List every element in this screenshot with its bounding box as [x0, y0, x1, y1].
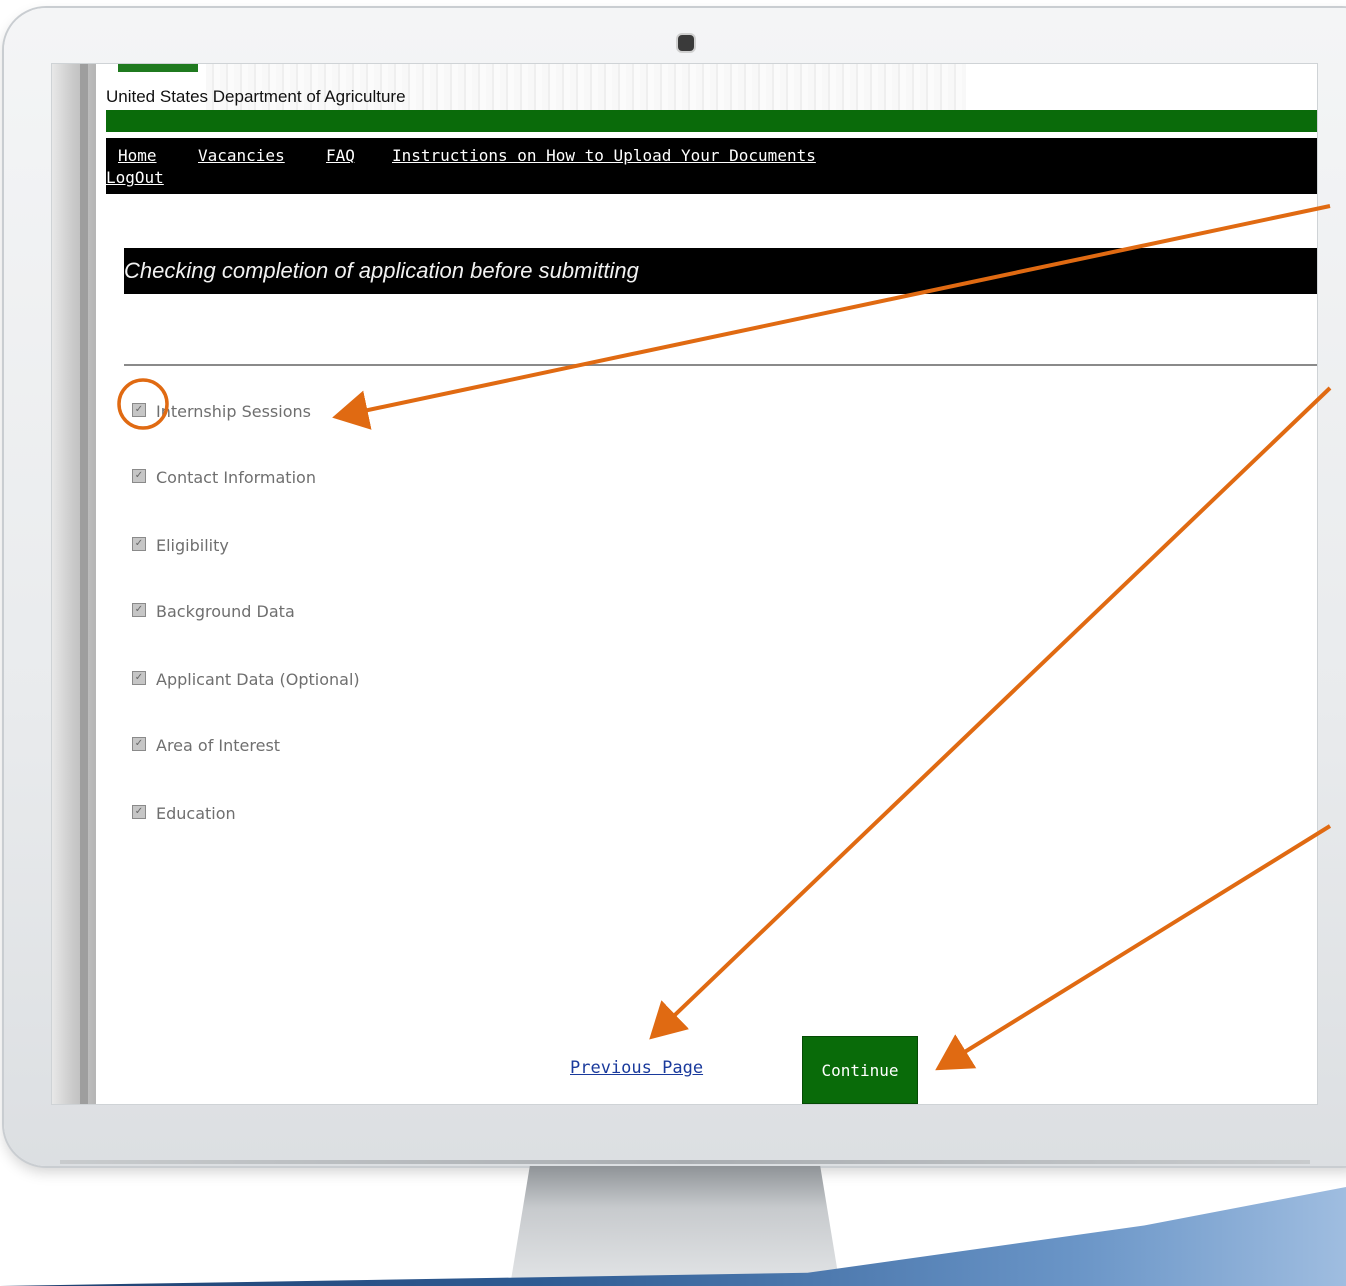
- checklist-label: Applicant Data (Optional): [156, 670, 360, 689]
- checklist-label: Education: [156, 804, 236, 823]
- checkbox-checked-icon: ✓: [132, 469, 146, 483]
- checkbox-checked-icon: ✓: [132, 805, 146, 819]
- nav-upload-instructions-link[interactable]: Instructions on How to Upload Your Docum…: [392, 146, 816, 165]
- checkbox-checked-icon: ✓: [132, 403, 146, 417]
- nav-faq-link[interactable]: FAQ: [326, 146, 355, 165]
- green-bar: [106, 110, 1317, 132]
- page-title: Checking completion of application befor…: [124, 258, 639, 283]
- checklist-label: Area of Interest: [156, 736, 281, 755]
- checklist-label: Internship Sessions: [156, 402, 311, 421]
- checkbox-checked-icon: ✓: [132, 671, 146, 685]
- logo-fragment: [118, 64, 198, 72]
- scroll-rail[interactable]: [52, 64, 96, 1104]
- checkbox-checked-icon: ✓: [132, 537, 146, 551]
- camera-icon: [678, 35, 694, 51]
- checkbox-checked-icon: ✓: [132, 603, 146, 617]
- checkbox-checked-icon: ✓: [132, 737, 146, 751]
- nav-vacancies-link[interactable]: Vacancies: [198, 146, 285, 165]
- bezel-line: [60, 1160, 1310, 1164]
- checklist-label: Background Data: [156, 602, 295, 621]
- checklist-label: Contact Information: [156, 468, 316, 487]
- monitor-stand: [510, 1166, 840, 1286]
- nav-logout-link[interactable]: LogOut: [106, 168, 164, 187]
- page: United States Department of Agriculture …: [96, 64, 1317, 1104]
- nav-bar: Home Vacancies FAQ Instructions on How t…: [106, 138, 1317, 194]
- nav-home-link[interactable]: Home: [118, 146, 157, 165]
- divider: [124, 364, 1317, 366]
- continue-button[interactable]: Continue: [802, 1036, 918, 1104]
- checklist-label: Eligibility: [156, 536, 229, 555]
- page-title-bar: Checking completion of application befor…: [124, 248, 1317, 294]
- agency-name: United States Department of Agriculture: [106, 87, 406, 106]
- browser-screen: United States Department of Agriculture …: [52, 64, 1317, 1104]
- previous-page-link[interactable]: Previous Page: [570, 1058, 703, 1078]
